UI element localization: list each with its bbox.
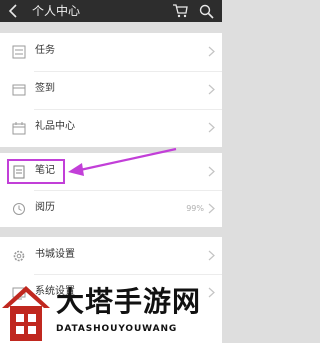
chevron-right-icon [208,122,215,133]
chevron-right-icon [208,250,215,261]
menu-item-label: 书城设置 [35,249,75,260]
task-list-icon [12,45,26,59]
reading-progress-value: 99% [186,204,204,213]
menu-item-label: 任务 [35,45,55,56]
gift-calendar-icon [12,122,26,135]
search-icon[interactable] [199,4,214,19]
menu-item-bookstore-settings[interactable]: 书城设置 [0,237,222,275]
menu-item-label: 礼品中心 [35,121,75,132]
menu-item-gift-center[interactable]: 礼品中心 [0,109,222,147]
chevron-right-icon [208,203,215,214]
watermark-subtitle: DATASHOUYOUWANG [56,324,178,334]
back-arrow-icon[interactable] [7,4,23,18]
chevron-right-icon [208,166,215,177]
menu-item-task[interactable]: 任务 [0,33,222,71]
app-header: 个人中心 [0,0,222,22]
annotation-highlight-box [7,159,65,184]
menu-item-checkin[interactable]: 签到 [0,71,222,109]
settings-gear-icon [13,250,25,262]
page-title: 个人中心 [32,4,81,18]
menu-item-label: 阅历 [35,202,55,213]
menu-item-reading-history[interactable]: 阅历 99% [0,190,222,228]
checkin-card-icon [12,84,26,96]
cart-icon[interactable] [172,3,188,18]
watermark-title: 大塔手游网 [56,285,202,318]
reading-history-icon [13,203,25,215]
chevron-right-icon [208,84,215,95]
menu-item-label: 签到 [35,83,55,94]
menu-group-primary: 任务 签到 礼品中心 [0,33,222,147]
chevron-right-icon [208,46,215,57]
